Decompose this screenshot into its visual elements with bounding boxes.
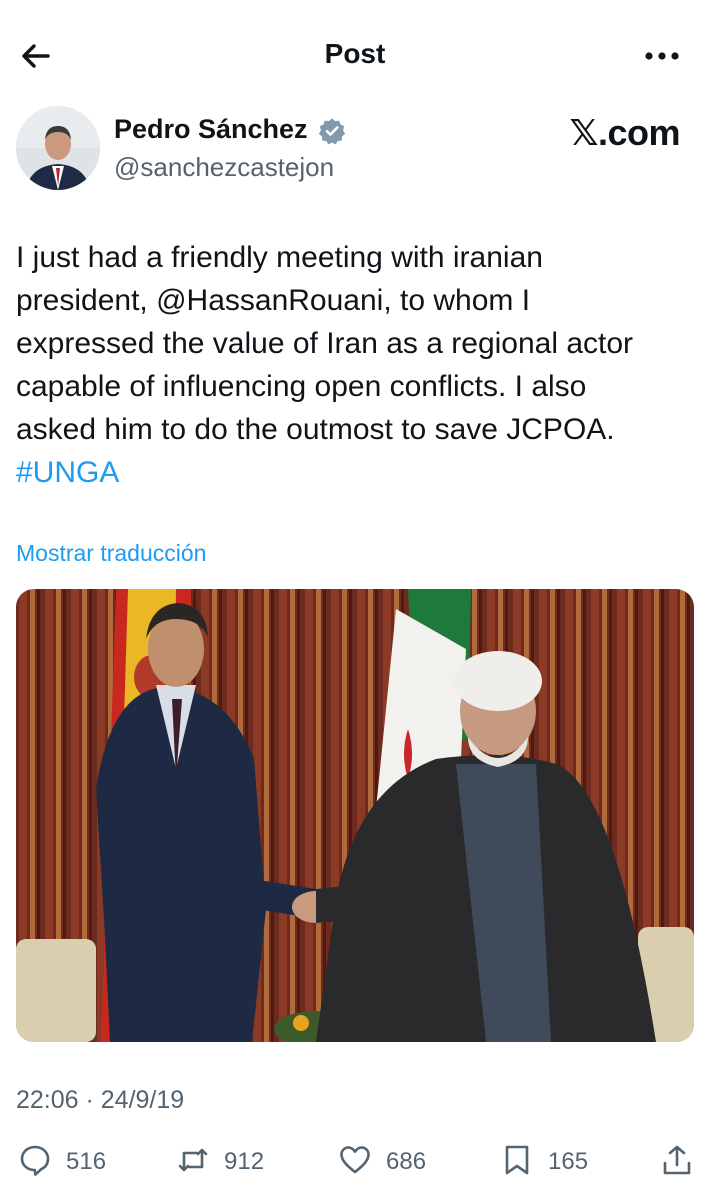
timestamp[interactable]: 22:06 · 24/9/19 <box>16 1086 184 1115</box>
repost-button[interactable]: 912 <box>176 1138 264 1186</box>
tweet-line: capable of influencing open conflicts. I… <box>16 370 587 403</box>
bookmark-count: 165 <box>548 1148 589 1175</box>
tweet-line: president, @HassanRouani, to whom I <box>16 284 531 317</box>
tweet-photo[interactable] <box>16 589 694 1042</box>
repost-count: 912 <box>224 1148 265 1175</box>
author-name[interactable]: Pedro Sánchez <box>114 114 308 145</box>
reply-button[interactable]: 516 <box>18 1138 106 1186</box>
tweet-line: I just had a friendly meeting with irani… <box>16 241 543 274</box>
like-icon <box>338 1143 372 1182</box>
like-button[interactable]: 686 <box>338 1138 426 1186</box>
tweet-line: asked him to do the outmost to save JCPO… <box>16 413 615 446</box>
tweet-line: expressed the value of Iran as a regiona… <box>16 327 634 360</box>
translate-link[interactable]: Mostrar traducción <box>16 540 206 567</box>
bookmark-button[interactable]: 165 <box>500 1138 588 1186</box>
page-title: Post <box>324 38 386 69</box>
verified-badge-icon <box>318 117 346 145</box>
tweet-text: I just had a friendly meeting with irani… <box>16 236 696 494</box>
x-com-watermark: 𝕏.com <box>569 112 680 154</box>
reply-icon <box>18 1143 52 1182</box>
bookmark-icon <box>500 1143 534 1182</box>
top-bar: Post <box>0 0 710 110</box>
author-handle[interactable]: @sanchezcastejon <box>114 152 334 183</box>
reply-count: 516 <box>66 1148 107 1175</box>
share-icon <box>660 1143 694 1182</box>
hashtag-link[interactable]: #UNGA <box>16 451 696 494</box>
avatar[interactable] <box>16 106 100 190</box>
share-button[interactable] <box>660 1138 694 1186</box>
like-count: 686 <box>386 1148 427 1175</box>
action-bar: 516 912 686 165 <box>0 1138 710 1186</box>
more-dots-icon[interactable] <box>642 44 682 68</box>
repost-icon <box>176 1143 210 1182</box>
